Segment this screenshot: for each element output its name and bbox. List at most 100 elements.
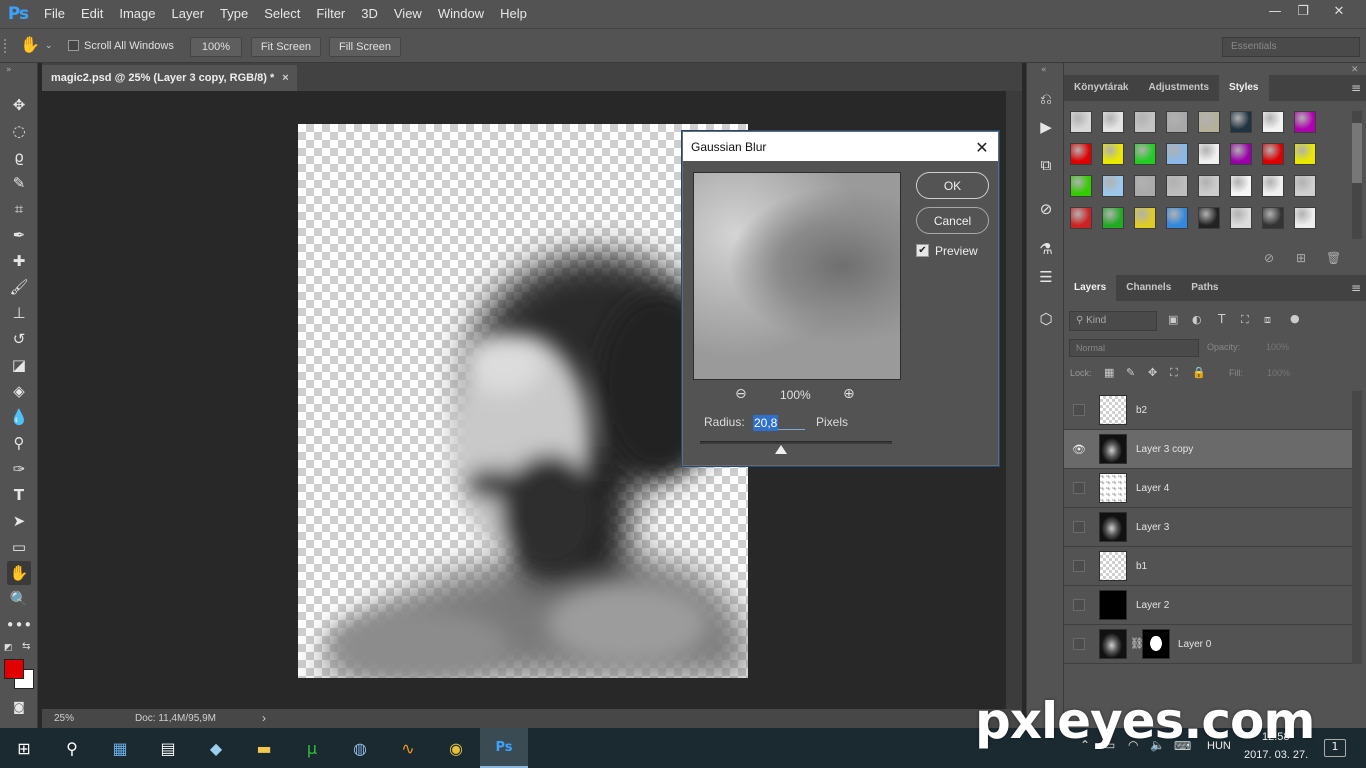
- menu-select[interactable]: Select: [256, 0, 308, 28]
- style-swatch[interactable]: [1262, 207, 1284, 229]
- style-swatch[interactable]: [1230, 207, 1252, 229]
- crop-tool-icon[interactable]: ⌗: [7, 197, 31, 221]
- opacity-field[interactable]: 100%: [1266, 339, 1300, 357]
- eraser-tool-icon[interactable]: ◪: [7, 353, 31, 377]
- eye-icon[interactable]: 👁: [1072, 443, 1086, 456]
- style-swatch[interactable]: [1102, 175, 1124, 197]
- rectangle-tool-icon[interactable]: ▭: [7, 535, 31, 559]
- fit-screen-button[interactable]: Fit Screen: [251, 37, 321, 57]
- style-swatch[interactable]: [1166, 143, 1188, 165]
- style-swatch[interactable]: [1198, 111, 1220, 133]
- foreground-color-swatch[interactable]: [4, 659, 24, 679]
- style-swatch[interactable]: [1262, 111, 1284, 133]
- zoom-in-icon[interactable]: ⊕: [843, 386, 855, 402]
- menu-view[interactable]: View: [386, 0, 430, 28]
- tab-libraries[interactable]: Könyvtárak: [1064, 75, 1138, 101]
- visibility-toggle[interactable]: [1073, 482, 1085, 494]
- lasso-tool-icon[interactable]: ϱ: [7, 145, 31, 169]
- style-swatch[interactable]: [1102, 111, 1124, 133]
- style-swatch[interactable]: [1134, 175, 1156, 197]
- actions-panel-icon[interactable]: ▶: [1034, 115, 1058, 139]
- vertical-scrollbar[interactable]: [1006, 91, 1022, 709]
- dialog-close-icon[interactable]: ✕: [971, 136, 993, 158]
- menu-layer[interactable]: Layer: [164, 0, 213, 28]
- style-swatch[interactable]: [1166, 175, 1188, 197]
- cancel-button[interactable]: Cancel: [916, 207, 989, 234]
- style-swatch[interactable]: [1102, 143, 1124, 165]
- radius-slider-thumb[interactable]: [774, 445, 787, 454]
- 3d-materials-icon[interactable]: ⧉: [1034, 153, 1058, 177]
- taskbar-chrome-icon[interactable]: ◉: [432, 728, 480, 768]
- taskbar-calculator-icon[interactable]: ▤: [144, 728, 192, 768]
- preview-checkbox[interactable]: ✔: [916, 244, 929, 257]
- visibility-toggle[interactable]: [1073, 560, 1085, 572]
- filter-toggle-icon[interactable]: ●: [1290, 312, 1300, 325]
- document-tab[interactable]: magic2.psd @ 25% (Layer 3 copy, RGB/8) *…: [42, 65, 297, 91]
- paint-bucket-tool-icon[interactable]: ◈: [7, 379, 31, 403]
- tab-paths[interactable]: Paths: [1181, 275, 1228, 301]
- delete-style-icon[interactable]: 🗑: [1326, 251, 1341, 265]
- restore-button[interactable]: ❐: [1286, 0, 1320, 22]
- menu-window[interactable]: Window: [430, 0, 492, 28]
- visibility-toggle[interactable]: [1073, 638, 1085, 650]
- notification-center-button[interactable]: 1: [1324, 739, 1346, 757]
- filter-type-icon[interactable]: T: [1218, 312, 1225, 326]
- style-swatch[interactable]: [1070, 175, 1092, 197]
- status-menu-arrow[interactable]: ›: [262, 711, 266, 725]
- move-tool-icon[interactable]: ✥: [7, 93, 31, 117]
- taskbar-utorrent-icon[interactable]: µ: [288, 728, 336, 768]
- brush-tool-icon[interactable]: 🖌: [7, 275, 31, 299]
- layer-row[interactable]: ⛓ Layer 0: [1064, 625, 1352, 664]
- close-panels-icon[interactable]: ✕: [1351, 65, 1359, 75]
- style-swatch[interactable]: [1198, 143, 1220, 165]
- visibility-toggle[interactable]: [1073, 404, 1085, 416]
- menu-type[interactable]: Type: [212, 0, 256, 28]
- zoom-level[interactable]: 25%: [54, 713, 74, 724]
- clone-stamp-tool-icon[interactable]: ⊥: [7, 301, 31, 325]
- styles-scroll-thumb[interactable]: [1352, 123, 1362, 183]
- style-swatch[interactable]: [1070, 143, 1092, 165]
- style-swatch[interactable]: [1230, 111, 1252, 133]
- layer-row[interactable]: Layer 3: [1064, 508, 1352, 547]
- menu-help[interactable]: Help: [492, 0, 535, 28]
- pen-tool-icon[interactable]: ✑: [7, 457, 31, 481]
- filter-pixel-icon[interactable]: ▣: [1168, 313, 1178, 326]
- style-swatch[interactable]: [1134, 207, 1156, 229]
- new-style-icon[interactable]: ⊞: [1296, 251, 1306, 265]
- blend-mode-select[interactable]: Normal: [1069, 339, 1199, 357]
- filter-adjustment-icon[interactable]: ◐: [1192, 313, 1202, 326]
- style-swatch[interactable]: [1294, 111, 1316, 133]
- style-swatch[interactable]: [1070, 111, 1092, 133]
- zoom-tool-icon[interactable]: 🔍: [7, 587, 31, 611]
- styles-scrollbar[interactable]: [1352, 111, 1362, 239]
- lock-image-icon[interactable]: ✎: [1126, 366, 1135, 379]
- layer-row[interactable]: b2: [1064, 391, 1352, 430]
- path-selection-tool-icon[interactable]: ➤: [7, 509, 31, 533]
- chevron-down-icon[interactable]: ⌄: [45, 40, 53, 51]
- document-tab-close[interactable]: ×: [282, 72, 288, 84]
- lock-transparent-icon[interactable]: ▦: [1104, 366, 1114, 379]
- fill-screen-button[interactable]: Fill Screen: [329, 37, 401, 57]
- brush-presets-icon[interactable]: ⚗: [1034, 237, 1058, 261]
- radius-input[interactable]: 20,8: [753, 412, 805, 431]
- 3d-panel-icon[interactable]: ⬡: [1034, 307, 1058, 331]
- style-swatch[interactable]: [1294, 207, 1316, 229]
- style-swatch[interactable]: [1294, 143, 1316, 165]
- layer-row[interactable]: Layer 4: [1064, 469, 1352, 508]
- layer-row[interactable]: b1: [1064, 547, 1352, 586]
- layer-mask-thumbnail[interactable]: [1142, 629, 1170, 659]
- tab-styles[interactable]: Styles: [1219, 75, 1269, 101]
- layer-row[interactable]: Layer 2: [1064, 586, 1352, 625]
- zoom-out-icon[interactable]: ⊖: [735, 386, 747, 402]
- filter-shape-icon[interactable]: ⛶: [1241, 313, 1249, 327]
- style-swatch[interactable]: [1166, 111, 1188, 133]
- style-swatch[interactable]: [1198, 175, 1220, 197]
- paragraph-styles-icon[interactable]: ⊘: [1034, 197, 1058, 221]
- taskbar-photoshop-icon[interactable]: Ps: [480, 728, 528, 768]
- eyedropper-tool-icon[interactable]: ✒: [7, 223, 31, 247]
- document-canvas[interactable]: [298, 124, 748, 678]
- layer-filter-select[interactable]: ⚲ Kind: [1069, 311, 1157, 331]
- filter-smart-object-icon[interactable]: ⧈: [1264, 313, 1271, 327]
- properties-panel-icon[interactable]: ☰: [1034, 265, 1058, 289]
- taskbar-notes-icon[interactable]: ◆: [192, 728, 240, 768]
